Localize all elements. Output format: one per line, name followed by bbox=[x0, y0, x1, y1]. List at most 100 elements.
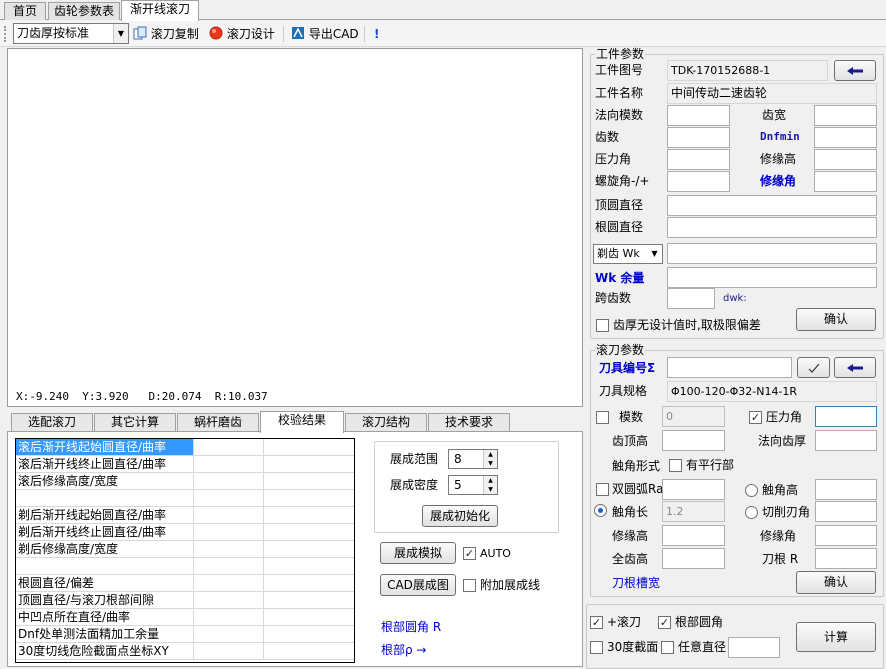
root-rho-label: 根部ρ → bbox=[381, 643, 427, 657]
drawing-lookup-button[interactable] bbox=[834, 60, 876, 81]
hob-design-button[interactable]: 滚刀设计 bbox=[209, 24, 275, 44]
table-row[interactable]: 根圆直径/偏差 bbox=[16, 575, 354, 592]
flat-part-checkbox[interactable] bbox=[669, 459, 682, 472]
pressure-angle-checkbox[interactable]: ✓ bbox=[749, 411, 762, 424]
expand-density-spinner[interactable]: 5 ▲ ▼ bbox=[448, 475, 498, 495]
table-row[interactable] bbox=[16, 558, 354, 575]
expand-range-label: 展成范围 bbox=[390, 452, 439, 466]
table-row[interactable]: 30度切线危险截面点坐标XY bbox=[16, 643, 354, 660]
table-row[interactable]: 剃后渐开线起始圆直径/曲率 bbox=[16, 507, 354, 524]
tab-other-calc[interactable]: 其它计算 bbox=[94, 413, 176, 432]
module-checkbox[interactable] bbox=[596, 411, 609, 424]
hob-relief-height-field[interactable] bbox=[662, 525, 725, 546]
helix-angle-label: 螺旋角-/+ bbox=[595, 174, 650, 188]
tab-involute-hob[interactable]: 渐开线滚刀 bbox=[121, 0, 199, 21]
extra-lines-checkbox[interactable] bbox=[463, 579, 476, 592]
any-dia-field[interactable] bbox=[728, 637, 780, 658]
tip-relief-angle-field[interactable] bbox=[814, 171, 877, 192]
spin-arrows-icon[interactable]: ▲ ▼ bbox=[483, 450, 497, 468]
root-r-field[interactable] bbox=[815, 548, 877, 569]
hob-group-title: 滚刀参数 bbox=[595, 343, 646, 357]
pressure-angle-field[interactable] bbox=[667, 149, 730, 170]
table-row[interactable] bbox=[16, 490, 354, 507]
table-row[interactable]: 剃后渐开线终止圆直径/曲率 bbox=[16, 524, 354, 541]
thickness-mode-select[interactable]: 刀齿厚按标准 ▼ bbox=[13, 23, 129, 44]
normal-thickness-field[interactable] bbox=[815, 430, 877, 451]
full-height-field[interactable] bbox=[662, 548, 725, 569]
tab-worm-grinding[interactable]: 蜗杆磨齿 bbox=[177, 413, 259, 432]
table-row[interactable]: 滚后渐开线终止圆直径/曲率 bbox=[16, 456, 354, 473]
drawing-canvas[interactable]: X:-9.240 Y:3.920 D:20.074 R:10.037 bbox=[7, 48, 583, 407]
corner-length-radio[interactable] bbox=[594, 504, 607, 517]
results-grid[interactable]: 滚后渐开线起始圆直径/曲率 滚后渐开线终止圆直径/曲率 滚后修缘高度/宽度 剃后… bbox=[15, 438, 355, 663]
limit-deviation-checkbox[interactable] bbox=[596, 319, 609, 332]
span-teeth-field[interactable] bbox=[667, 288, 715, 309]
double-arc-checkbox[interactable] bbox=[596, 483, 609, 496]
expand-init-button[interactable]: 展成初始化 bbox=[422, 505, 498, 527]
expand-simulate-button[interactable]: 展成模拟 bbox=[380, 542, 456, 564]
section30-checkbox[interactable] bbox=[590, 641, 603, 654]
tool-no-field[interactable] bbox=[667, 357, 792, 378]
double-arc-field[interactable] bbox=[662, 479, 725, 500]
pressure-angle-label: 压力角 bbox=[595, 152, 632, 166]
root-dia-field[interactable] bbox=[667, 217, 877, 238]
wk-allowance-field[interactable] bbox=[667, 267, 877, 288]
tab-hob-structure[interactable]: 滚刀结构 bbox=[345, 413, 427, 432]
table-row[interactable]: 中凹点所在直径/曲率 bbox=[16, 609, 354, 626]
table-row[interactable]: 剃后修缘高度/宽度 bbox=[16, 541, 354, 558]
tab-gear-table[interactable]: 齿轮参数表 bbox=[48, 2, 120, 20]
spin-arrows-icon[interactable]: ▲ ▼ bbox=[483, 476, 497, 494]
expand-range-spinner[interactable]: 8 ▲ ▼ bbox=[448, 449, 498, 469]
drawing-no-field[interactable]: TDK-170152688-1 bbox=[667, 60, 828, 81]
auto-checkbox[interactable]: ✓ bbox=[463, 547, 476, 560]
cut-edge-field[interactable] bbox=[815, 501, 877, 522]
hob-relief-angle-field[interactable] bbox=[815, 525, 877, 546]
info-button[interactable]: ! bbox=[374, 24, 379, 44]
shave-wk-select[interactable]: 剃齿 Wk ▼ bbox=[593, 244, 663, 264]
tab-check-results[interactable]: 校验结果 bbox=[260, 411, 344, 433]
table-row[interactable]: 顶圆直径/与滚刀根部间隙 bbox=[16, 592, 354, 609]
tip-dia-field[interactable] bbox=[667, 195, 877, 216]
corner-height-radio[interactable] bbox=[745, 484, 758, 497]
root-fillet-label: 根部圆角 R bbox=[381, 620, 442, 634]
face-width-field[interactable] bbox=[814, 105, 877, 126]
tool-check-button[interactable] bbox=[797, 357, 830, 378]
tab-home[interactable]: 首页 bbox=[4, 2, 46, 20]
toolbar-grip[interactable] bbox=[4, 26, 7, 42]
cad-icon bbox=[292, 27, 304, 39]
thickness-mode-value: 刀齿厚按标准 bbox=[17, 26, 90, 40]
wk-field[interactable] bbox=[667, 243, 877, 264]
export-cad-button[interactable]: 导出CAD bbox=[291, 24, 359, 44]
plus-hob-checkbox[interactable]: ✓ bbox=[590, 616, 603, 629]
dnfmin-field[interactable] bbox=[814, 127, 877, 148]
tool-lookup-button[interactable] bbox=[834, 357, 876, 378]
addendum-field[interactable] bbox=[662, 430, 725, 451]
tool-spec-field[interactable]: Φ100-120-Φ32-N14-1R bbox=[667, 381, 877, 402]
cad-expand-button[interactable]: CAD展成图 bbox=[380, 574, 456, 596]
cut-edge-radio[interactable] bbox=[745, 506, 758, 519]
hob-relief-angle-label: 修缘角 bbox=[760, 529, 797, 543]
teeth-field[interactable] bbox=[667, 127, 730, 148]
hob-copy-button[interactable]: 滚刀复制 bbox=[133, 24, 199, 44]
table-row[interactable]: Dnf处单测法面精加工余量 bbox=[16, 626, 354, 643]
tip-relief-height-field[interactable] bbox=[814, 149, 877, 170]
table-row[interactable]: 滚后渐开线起始圆直径/曲率 bbox=[16, 439, 354, 456]
normal-module-field[interactable] bbox=[667, 105, 730, 126]
any-dia-checkbox[interactable] bbox=[661, 641, 674, 654]
corner-length-field[interactable]: 1.2 bbox=[662, 501, 725, 522]
hob-pressure-angle-field[interactable] bbox=[815, 406, 877, 427]
root-fillet-checkbox[interactable]: ✓ bbox=[658, 616, 671, 629]
corner-height-field[interactable] bbox=[815, 479, 877, 500]
workpiece-name-field[interactable]: 中间传动二速齿轮 bbox=[667, 83, 877, 104]
calculate-button[interactable]: 计算 bbox=[796, 622, 876, 652]
helix-angle-field[interactable] bbox=[667, 171, 730, 192]
tab-tech-requirements[interactable]: 技术要求 bbox=[428, 413, 510, 432]
module-field[interactable]: 0 bbox=[662, 406, 725, 427]
root-r-label: 刀根 R bbox=[762, 552, 799, 566]
hob-confirm-button[interactable]: 确认 bbox=[796, 571, 876, 594]
export-cad-label: 导出CAD bbox=[308, 27, 359, 41]
workpiece-confirm-button[interactable]: 确认 bbox=[796, 308, 876, 331]
tab-select-hob[interactable]: 选配滚刀 bbox=[11, 413, 93, 432]
expand-range-value: 8 bbox=[454, 452, 462, 466]
table-row[interactable]: 滚后修缘高度/宽度 bbox=[16, 473, 354, 490]
